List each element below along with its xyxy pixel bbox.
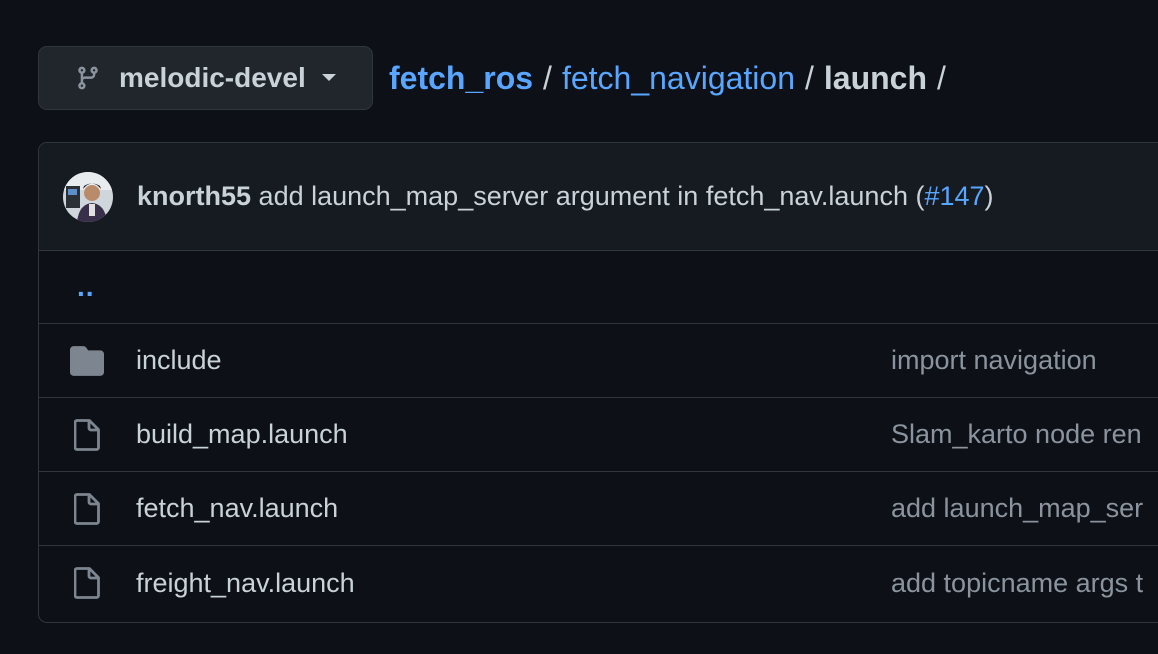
commit-message-close: ): [984, 181, 994, 211]
branch-name: melodic-devel: [119, 62, 306, 93]
parent-directory-row[interactable]: ..: [39, 251, 1158, 324]
breadcrumb-repo-link[interactable]: fetch_ros: [389, 60, 533, 97]
caret-down-icon: [320, 73, 338, 83]
breadcrumb-separator: /: [937, 59, 946, 96]
file-icon: [69, 417, 105, 453]
parent-directory-link[interactable]: ..: [77, 271, 95, 303]
file-row[interactable]: build_map.launch Slam_karto node ren: [39, 398, 1158, 472]
breadcrumb-separator: /: [543, 59, 552, 96]
file-name-link[interactable]: freight_nav.launch: [136, 568, 355, 599]
commit-pr-link[interactable]: #147: [924, 181, 984, 211]
file-row[interactable]: include import navigation: [39, 324, 1158, 398]
breadcrumb: fetch_ros / fetch_navigation / launch /: [389, 60, 956, 97]
file-name-link[interactable]: fetch_nav.launch: [136, 493, 338, 524]
file-row[interactable]: freight_nav.launch add topicname args t: [39, 546, 1158, 620]
branch-selector-button[interactable]: melodic-devel: [38, 46, 373, 110]
file-icon: [69, 491, 105, 527]
file-commit-message[interactable]: add launch_map_ser: [891, 493, 1143, 524]
file-commit-message[interactable]: add topicname args t: [891, 568, 1143, 599]
avatar[interactable]: [63, 171, 113, 222]
breadcrumb-separator: /: [805, 59, 814, 96]
folder-icon: [69, 343, 105, 379]
file-name-link[interactable]: include: [136, 345, 222, 376]
breadcrumb-folder-link[interactable]: fetch_navigation: [562, 60, 795, 97]
latest-commit-header: knorth55 add launch_map_server argument …: [39, 143, 1158, 251]
file-name-link[interactable]: build_map.launch: [136, 419, 348, 450]
commit-author-link[interactable]: knorth55: [137, 181, 251, 211]
latest-commit-text: knorth55 add launch_map_server argument …: [137, 181, 994, 212]
git-branch-icon: [75, 64, 101, 92]
repo-topbar: melodic-devel fetch_ros / fetch_navigati…: [38, 46, 956, 110]
file-row[interactable]: fetch_nav.launch add launch_map_ser: [39, 472, 1158, 546]
file-icon: [69, 565, 105, 601]
file-commit-message[interactable]: import navigation: [891, 345, 1097, 376]
breadcrumb-current: launch: [823, 59, 928, 96]
file-commit-message[interactable]: Slam_karto node ren: [891, 419, 1142, 450]
file-browser: knorth55 add launch_map_server argument …: [38, 142, 1158, 623]
commit-message-link[interactable]: add launch_map_server argument in fetch_…: [259, 181, 925, 211]
